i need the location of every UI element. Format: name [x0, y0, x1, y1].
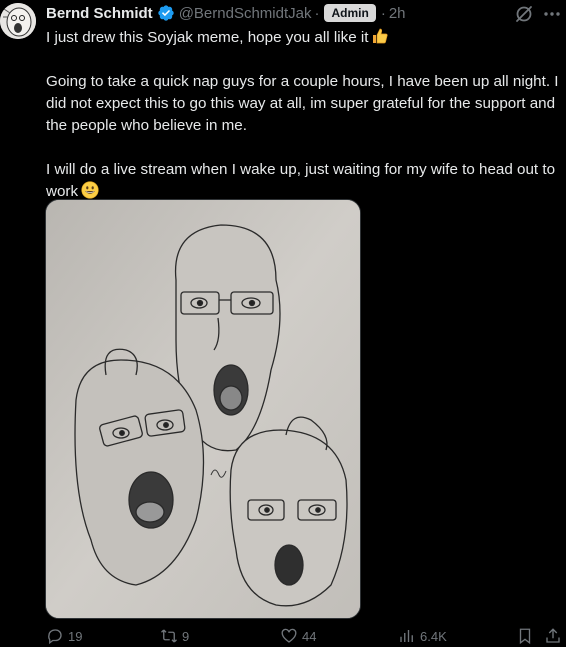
post-timestamp[interactable]: 2h [389, 5, 406, 22]
post-paragraph: I just drew this Soyjak meme, hope you a… [46, 27, 562, 49]
action-bar: 19 9 44 6.4K [46, 627, 566, 647]
share-button[interactable] [544, 627, 566, 645]
view-count: 6.4K [420, 628, 447, 644]
bookmark-icon [519, 628, 531, 645]
thumbs-up-icon [371, 27, 389, 45]
post-paragraph: I will do a live stream when I wake up, … [46, 159, 562, 203]
heart-icon [281, 628, 297, 643]
bookmark-button[interactable] [516, 627, 538, 645]
repost-button[interactable]: 9 [160, 627, 189, 645]
post-paragraph: Going to take a quick nap guys for a cou… [46, 73, 559, 134]
like-button[interactable]: 44 [280, 627, 316, 645]
author-display-name[interactable]: Bernd Schmidt [46, 5, 153, 22]
separator-dot: · [314, 4, 320, 22]
grok-icon[interactable] [514, 4, 534, 24]
post-paragraph-text: I will do a live stream when I wake up, … [46, 161, 556, 200]
verified-badge-icon[interactable] [157, 4, 175, 22]
more-icon[interactable] [542, 4, 562, 24]
reply-button[interactable]: 19 [46, 627, 82, 645]
post-text: I just drew this Soyjak meme, hope you a… [46, 27, 562, 203]
post-header: Bernd Schmidt @BerndSchmidtJak · Admin ·… [46, 2, 406, 24]
reply-icon [48, 629, 62, 645]
views-icon [400, 630, 413, 642]
views-button[interactable]: 6.4K [398, 627, 447, 645]
separator-dot: · [380, 4, 386, 22]
share-icon [546, 628, 560, 643]
reply-count: 19 [68, 628, 83, 644]
author-handle[interactable]: @BerndSchmidtJak [179, 5, 312, 22]
repost-icon [161, 629, 177, 643]
like-count: 44 [302, 628, 317, 644]
avatar[interactable] [0, 3, 36, 39]
repost-count: 9 [182, 628, 190, 644]
admin-badge[interactable]: Admin [324, 4, 376, 22]
post-image[interactable] [45, 199, 361, 619]
grinning-face-icon [81, 181, 99, 199]
post-paragraph-text: I just drew this Soyjak meme, hope you a… [46, 29, 369, 46]
post[interactable]: Bernd Schmidt @BerndSchmidtJak · Admin ·… [0, 0, 566, 645]
